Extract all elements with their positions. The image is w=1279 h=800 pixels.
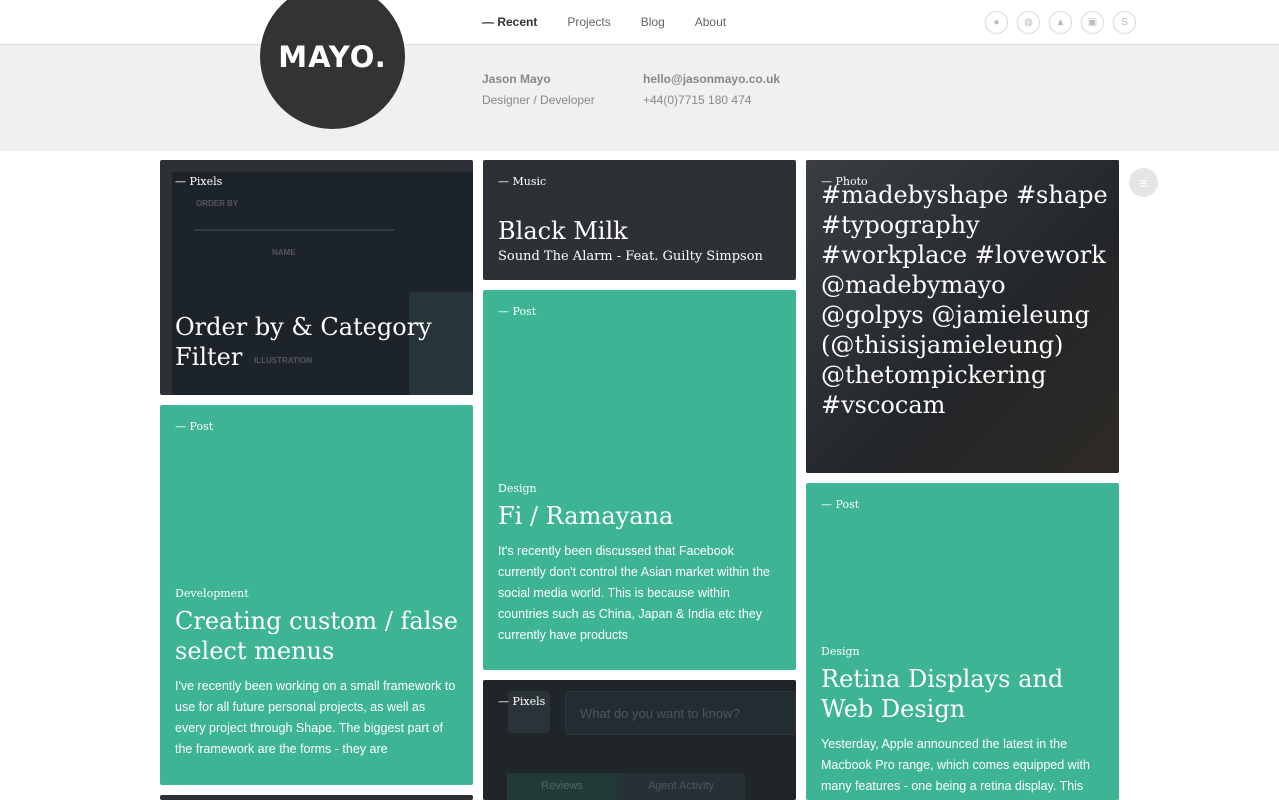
- card-pixels-search[interactable]: What do you want to know? Reviews Agent …: [483, 680, 796, 800]
- nav-about[interactable]: About: [695, 15, 726, 29]
- photo-caption: #madebyshape #shape #typography #workpla…: [821, 181, 1108, 419]
- card-photo[interactable]: — Photo #madebyshape #shape #typography …: [806, 160, 1119, 473]
- instagram-icon[interactable]: ▣: [1081, 11, 1104, 34]
- nav-recent[interactable]: — Recent: [482, 15, 537, 29]
- card-title[interactable]: Black Milk: [498, 216, 628, 246]
- card-black-milk[interactable]: — Music Black Milk Sound The Alarm - Fea…: [483, 160, 796, 280]
- card-title[interactable]: Order by & Category Filter: [175, 312, 445, 372]
- card-tag: — Post: [821, 498, 860, 511]
- tab-reviews[interactable]: Reviews: [507, 773, 617, 800]
- twitter-icon[interactable]: ●: [985, 11, 1008, 34]
- card-retina[interactable]: — Post Design Retina Displays and Web De…: [806, 483, 1119, 800]
- dribbble-icon[interactable]: ◍: [1017, 11, 1040, 34]
- nav-projects[interactable]: Projects: [567, 15, 610, 29]
- tab-agent-activity[interactable]: Agent Activity: [617, 773, 745, 800]
- main-nav: — Recent Projects Blog About: [482, 15, 726, 29]
- menu-icon[interactable]: ≡: [1129, 168, 1158, 197]
- forrst-icon[interactable]: ▲: [1049, 11, 1072, 34]
- contact-role: Designer / Developer: [482, 93, 595, 107]
- card-category: Design: [498, 482, 537, 495]
- slider-track: [194, 229, 394, 231]
- card-title[interactable]: Retina Displays and Web Design: [821, 664, 1104, 724]
- card-tag: — Post: [175, 420, 214, 433]
- contact-email[interactable]: hello@jasonmayo.co.uk: [643, 72, 780, 86]
- contact-phone: +44(0)7715 180 474: [643, 93, 752, 107]
- bg-label: NAME: [272, 248, 296, 257]
- card-title[interactable]: Fi / Ramayana: [498, 501, 781, 531]
- card-excerpt: Yesterday, Apple announced the latest in…: [821, 737, 1090, 793]
- card-excerpt: I've recently been working on a small fr…: [175, 679, 456, 756]
- card-tag: — Pixels: [498, 695, 546, 708]
- skype-icon[interactable]: S: [1113, 11, 1136, 34]
- card-tag: — Music: [498, 175, 547, 188]
- header-band: [0, 44, 1279, 151]
- card-category: Design: [821, 645, 860, 658]
- logo-text: MAYO.: [278, 39, 387, 74]
- card-tag: — Pixels: [175, 175, 223, 188]
- card-excerpt: It's recently been discussed that Facebo…: [498, 544, 770, 642]
- card-category: Development: [175, 587, 249, 600]
- search-input[interactable]: What do you want to know?: [565, 691, 796, 735]
- card-title[interactable]: Creating custom / false select menus: [175, 606, 458, 666]
- social-links: ● ◍ ▲ ▣ S: [985, 11, 1136, 34]
- card-subtitle: Sound The Alarm - Feat. Guilty Simpson: [498, 249, 763, 264]
- card-ramayana[interactable]: — Post Design Fi / Ramayana It's recentl…: [483, 290, 796, 670]
- card-tag: — Post: [498, 305, 537, 318]
- bg-label: ORDER BY: [196, 199, 239, 208]
- card-order-filter[interactable]: ORDER BY NAME ILLUSTRATION — Pixels Orde…: [160, 160, 473, 395]
- contact-name: Jason Mayo: [482, 72, 551, 86]
- nav-blog[interactable]: Blog: [641, 15, 665, 29]
- card-select-menus[interactable]: — Post Development Creating custom / fal…: [160, 405, 473, 785]
- card-partial: [160, 795, 473, 800]
